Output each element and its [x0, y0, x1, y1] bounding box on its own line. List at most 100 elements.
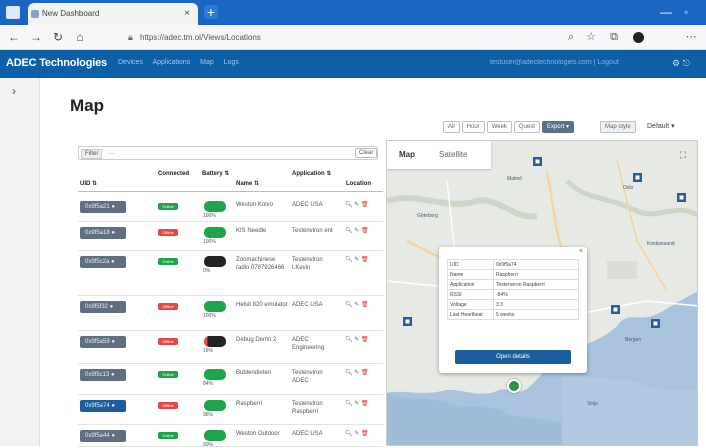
search-icon[interactable]: 🔍︎: [345, 370, 353, 376]
location-actions: 🔍︎ ✎ 🗑︎: [345, 430, 369, 437]
edit-icon[interactable]: ✎: [354, 431, 359, 437]
delete-icon[interactable]: 🗑︎: [361, 370, 369, 376]
nav-logs[interactable]: Logs: [224, 59, 239, 66]
filter-input[interactable]: ...: [109, 147, 115, 159]
user-info[interactable]: testuser@adectechnologies.com | Logout: [490, 59, 660, 66]
map-pin-icon[interactable]: [651, 319, 660, 330]
delete-icon[interactable]: 🗑︎: [361, 202, 369, 208]
delete-icon[interactable]: 🗑︎: [361, 302, 369, 308]
uid-button[interactable]: 0x9f5a44 ●: [80, 430, 126, 442]
home-icon[interactable]: ⌂: [72, 29, 88, 45]
connection-status-badge: Online: [158, 432, 178, 439]
search-icon[interactable]: 🔍︎: [345, 257, 353, 263]
page-title: Map: [70, 96, 104, 115]
table-row[interactable]: 0x9f5f32 ● Offline 100% Helsit 820 emulator…: [78, 296, 383, 331]
uid-button[interactable]: 0x9f5a59 ●: [80, 336, 126, 348]
nav-map[interactable]: Map: [200, 59, 214, 66]
range-hour-button[interactable]: Hour: [461, 121, 485, 133]
uid-button[interactable]: 0x9f5f32 ●: [80, 301, 126, 313]
location-actions: 🔍︎ ✎ 🗑︎: [345, 369, 369, 376]
tab-close-icon[interactable]: ×: [184, 3, 190, 25]
map-view[interactable]: Map Satellite ⛶ Malmö Göteborg Oslo Kris…: [386, 140, 698, 446]
table-row[interactable]: 0x9f5a44 ● Online 90% Weston Outdoor ADEC US…: [78, 425, 383, 448]
sidebar-toggle-icon[interactable]: ›: [12, 84, 16, 98]
th-application[interactable]: Application ⇅: [292, 171, 338, 178]
filter-clear-button[interactable]: Clear: [355, 148, 378, 158]
avatar[interactable]: [633, 32, 644, 43]
th-battery[interactable]: Battery ⇅: [202, 171, 230, 178]
delete-icon[interactable]: 🗑︎: [361, 257, 369, 263]
reload-icon[interactable]: ↻: [50, 29, 66, 45]
minimize-button[interactable]: —: [660, 5, 672, 19]
open-details-button[interactable]: Open details: [455, 350, 571, 364]
delete-icon[interactable]: 🗑︎: [361, 228, 369, 234]
lock-icon[interactable]: 🔒︎: [128, 29, 133, 46]
star-icon[interactable]: ☆: [583, 29, 599, 45]
edit-icon[interactable]: ✎: [354, 337, 359, 343]
uid-button[interactable]: 0x9f5c13 ●: [80, 369, 126, 381]
edit-icon[interactable]: ✎: [354, 302, 359, 308]
search-icon[interactable]: 🔍︎: [345, 302, 353, 308]
map-style-select[interactable]: Default ▾: [644, 120, 692, 134]
search-icon[interactable]: 🔍︎: [345, 202, 353, 208]
extensions-icon[interactable]: [617, 29, 633, 45]
table-row[interactable]: 0x9f5c2a ● Online 0% Zoomachinese radio 078…: [78, 251, 383, 296]
table-row[interactable]: 0x9f5a18 ● Offline 100% KIS Needle Testenvir…: [78, 222, 383, 251]
search-icon[interactable]: 🔍︎: [345, 401, 353, 407]
edit-icon[interactable]: ✎: [354, 370, 359, 376]
menu-icon[interactable]: ⋯: [683, 29, 699, 45]
browser-tab[interactable]: New Dashboard ×: [28, 3, 198, 25]
map-pin-icon[interactable]: [633, 173, 642, 184]
edit-icon[interactable]: ✎: [354, 228, 359, 234]
device-name: Helsit 820 emulator: [236, 302, 288, 308]
uid-button[interactable]: 0x9f5a74 ●: [80, 400, 126, 412]
table-row[interactable]: 0x9f5a21 ● Online 100% Weston Kolvo ADEC USA…: [78, 196, 383, 222]
application-name: Testenviron t.Kevin: [292, 257, 323, 271]
search-icon[interactable]: 🔍︎: [345, 431, 353, 437]
table-row[interactable]: 0x9f5a59 ● Offline 16% Debug Demo 2 ADEC Eng…: [78, 331, 383, 364]
map-pin-icon[interactable]: [403, 317, 412, 328]
selected-device-marker[interactable]: [507, 379, 521, 393]
brand-logo[interactable]: ADEC Technologies: [6, 57, 107, 69]
url-field[interactable]: https://adec.tm.ol/Views/Locations: [140, 29, 550, 46]
uid-button[interactable]: 0x9f5a21 ●: [80, 201, 126, 213]
th-uid[interactable]: UID ⇅: [80, 181, 97, 188]
window-icon[interactable]: [6, 6, 20, 19]
export-button[interactable]: Export ▾: [541, 121, 574, 133]
search-icon[interactable]: ⌕: [563, 29, 579, 45]
close-icon[interactable]: ×: [579, 248, 583, 255]
maximize-button[interactable]: ◦: [684, 5, 688, 19]
edit-icon[interactable]: ✎: [354, 401, 359, 407]
forward-icon[interactable]: →: [28, 29, 44, 45]
delete-icon[interactable]: 🗑︎: [361, 337, 369, 343]
popup-key: Voltage: [447, 299, 494, 310]
filter-field[interactable]: Filter ...: [78, 146, 378, 160]
edit-icon[interactable]: ✎: [354, 257, 359, 263]
nav-devices[interactable]: Devices: [118, 59, 143, 66]
uid-button[interactable]: 0x9f5c2a ●: [80, 256, 126, 268]
table-row[interactable]: 0x9f5c13 ● Online 84% Bublendieten Testenvir…: [78, 364, 383, 395]
edit-icon[interactable]: ✎: [354, 202, 359, 208]
new-tab-button[interactable]: +: [204, 5, 218, 19]
search-icon[interactable]: 🔍︎: [345, 228, 353, 234]
table-row[interactable]: 0x9f5a74 ● Offline 96% Raspberri Testenviron…: [78, 395, 383, 425]
fullscreen-icon[interactable]: ⛶: [677, 149, 689, 161]
delete-icon[interactable]: 🗑︎: [361, 401, 369, 407]
range-all-button[interactable]: All: [443, 121, 460, 133]
tab-map[interactable]: Map: [399, 150, 415, 159]
range-quest-button[interactable]: Quest: [513, 121, 540, 133]
th-name[interactable]: Name ⇅: [236, 181, 259, 188]
settings-icon[interactable]: ⚙ ⎋: [672, 58, 690, 69]
range-week-button[interactable]: Week: [486, 121, 512, 133]
back-icon[interactable]: ←: [6, 29, 22, 45]
search-icon[interactable]: 🔍︎: [345, 337, 353, 343]
map-pin-icon[interactable]: [533, 157, 542, 168]
nav-applications[interactable]: Applications: [152, 59, 190, 66]
map-pin-icon[interactable]: [611, 305, 620, 316]
uid-button[interactable]: 0x9f5a18 ●: [80, 227, 126, 239]
tab-title: New Dashboard: [42, 9, 100, 18]
map-pin-icon[interactable]: [677, 193, 686, 204]
battery-indicator: [204, 400, 226, 411]
tab-satellite[interactable]: Satellite: [439, 150, 467, 159]
delete-icon[interactable]: 🗑︎: [361, 431, 369, 437]
